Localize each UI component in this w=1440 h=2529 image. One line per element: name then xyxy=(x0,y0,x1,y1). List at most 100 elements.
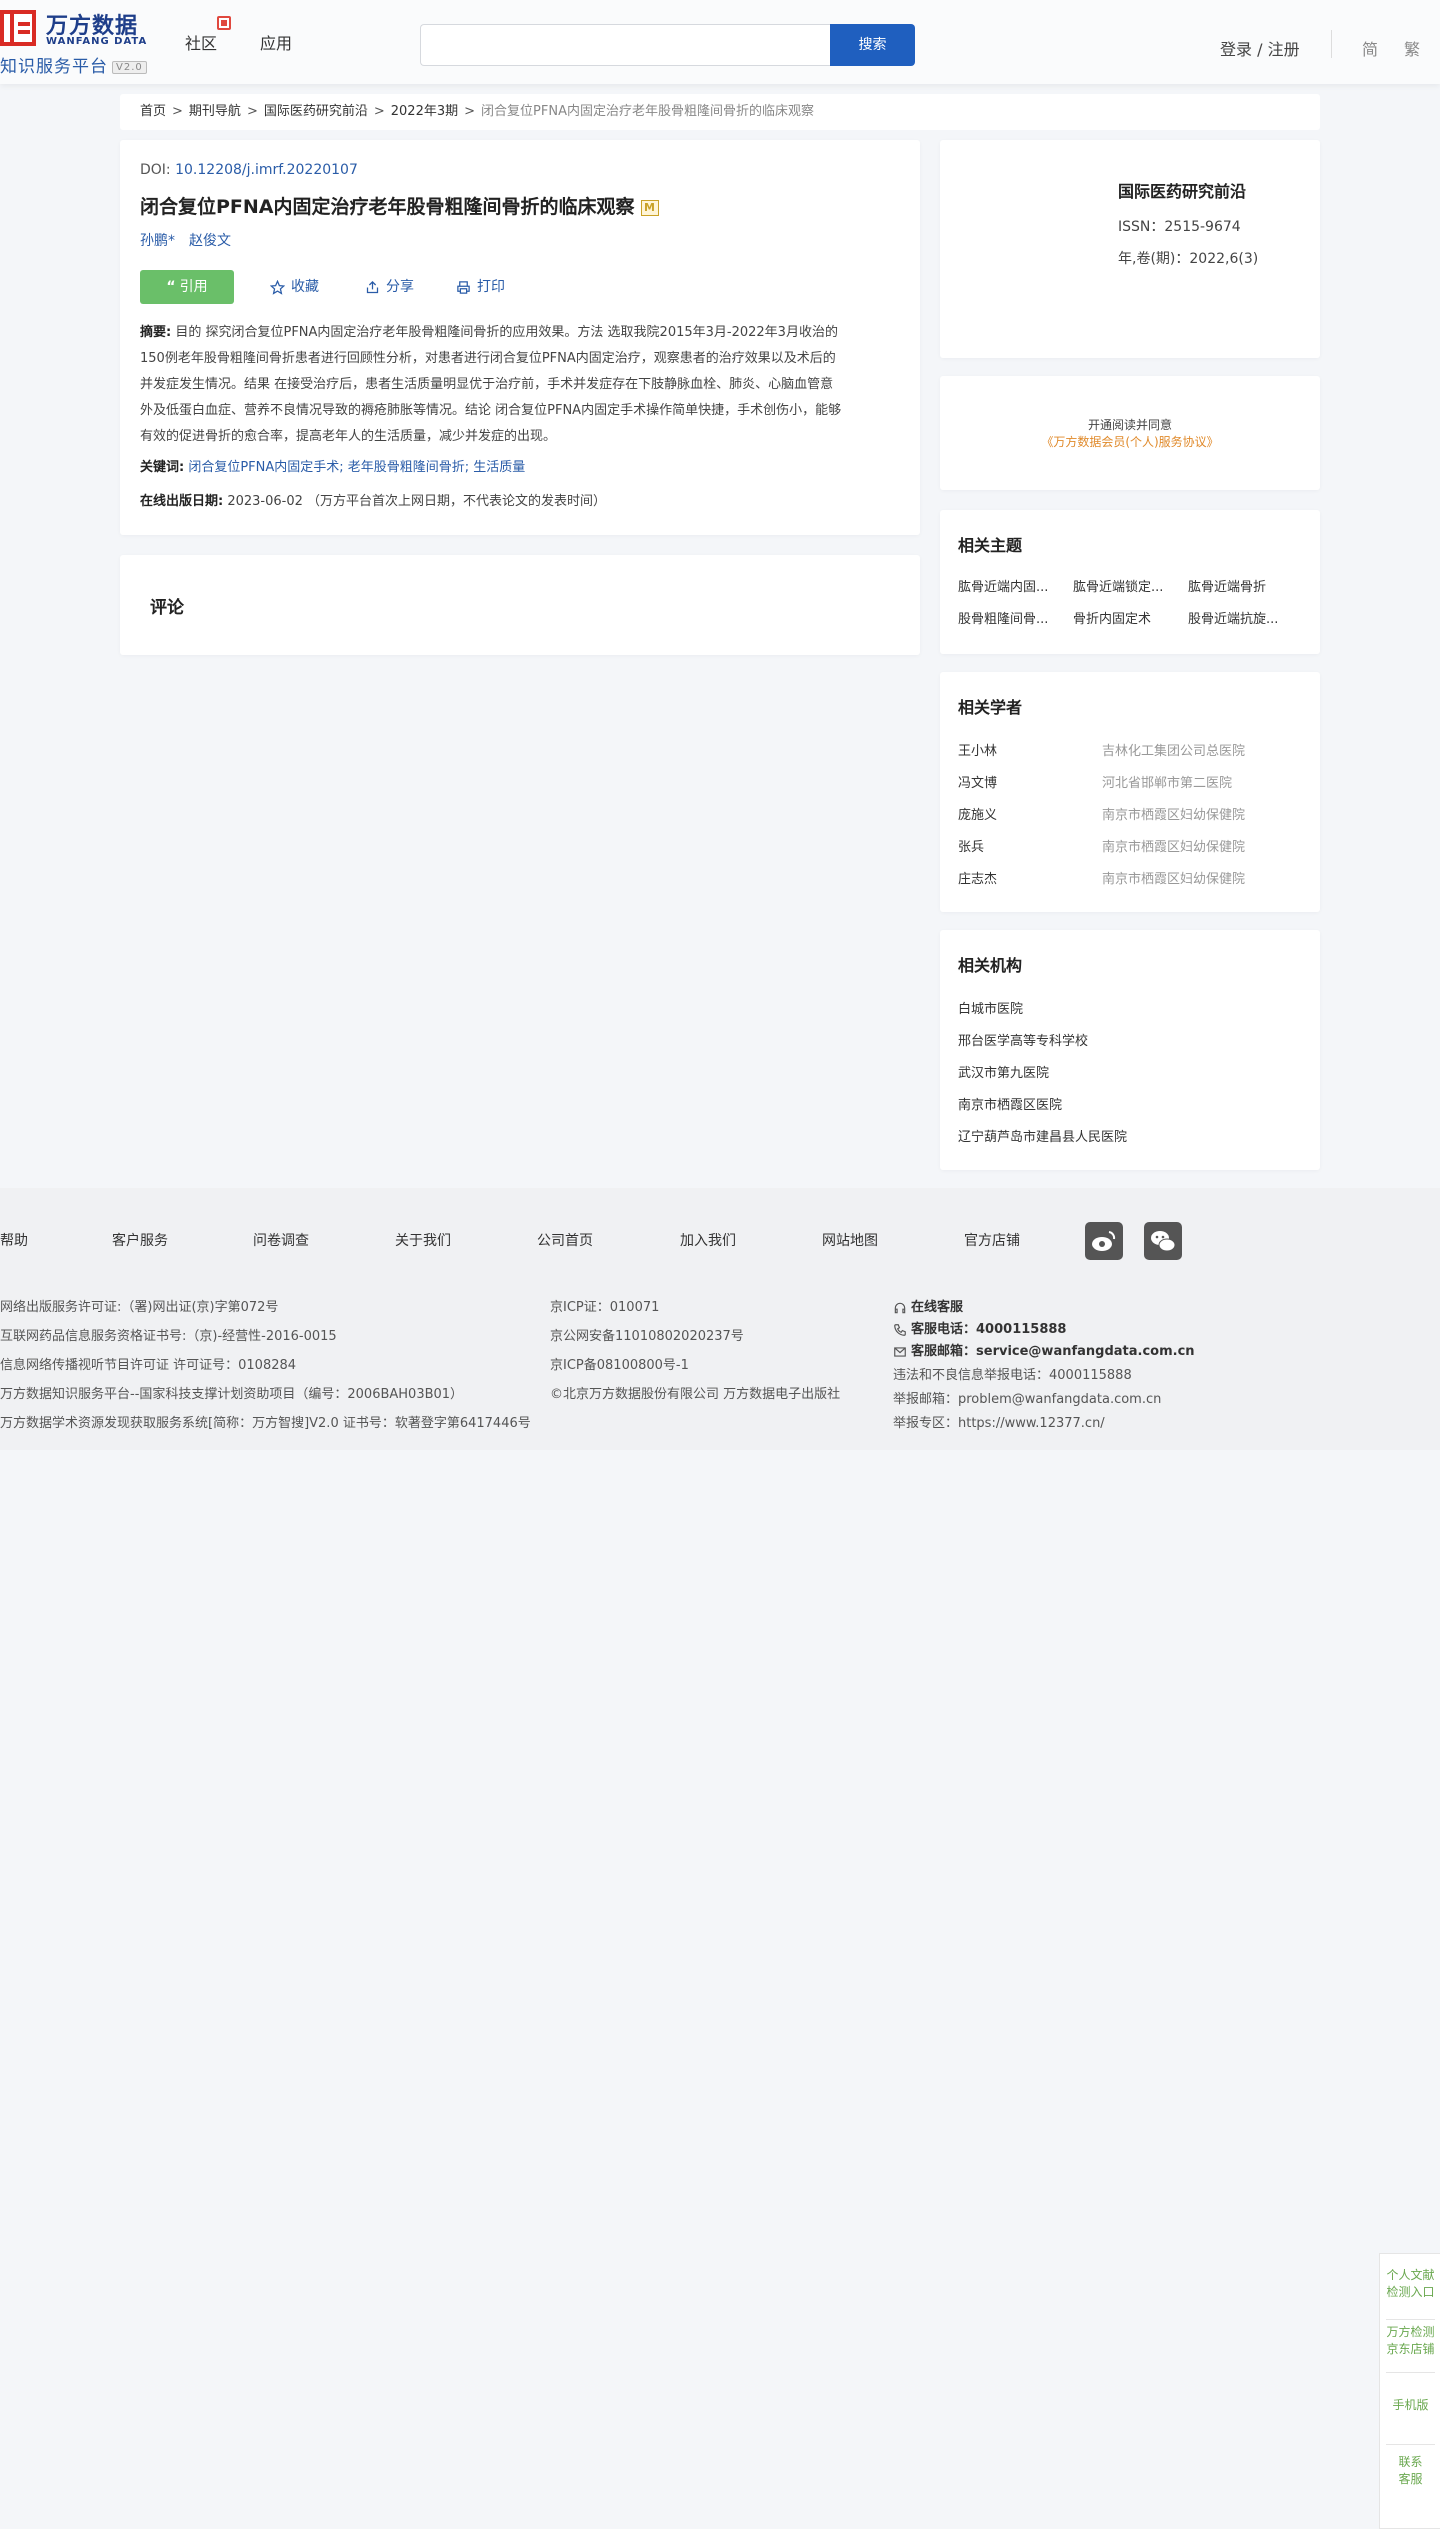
footer-link-sitemap[interactable]: 网站地图 xyxy=(822,1230,878,1250)
institution-link[interactable]: 武汉市第九医院 xyxy=(958,1062,1049,1081)
topic-link[interactable]: 肱骨近端骨折 xyxy=(1188,576,1288,595)
phone-label: 客服电话： xyxy=(911,1322,977,1337)
mail-icon xyxy=(894,1346,906,1357)
access-notice-card: 开通阅读并同意 《万方数据会员(个人)服务协议》 xyxy=(940,376,1320,490)
print-button[interactable]: 打印 xyxy=(456,270,505,304)
mobile-version-link[interactable]: 手机版 xyxy=(1380,2397,1440,2414)
float-divider xyxy=(1386,2319,1435,2320)
email-address[interactable]: service@wanfangdata.com.cn xyxy=(976,1344,1195,1359)
icp-text[interactable]: 京ICP备08100800号-1 xyxy=(550,1354,689,1373)
report-phone: 违法和不良信息举报电话：4000115888 xyxy=(893,1368,1132,1383)
report-email[interactable]: 举报邮箱：problem@wanfangdata.com.cn xyxy=(893,1388,1161,1407)
topic-link[interactable]: 肱骨近端内固... xyxy=(958,576,1058,595)
doi-line: DOI: 10.12208/j.imrf.20220107 xyxy=(140,162,358,178)
float-divider xyxy=(1386,2444,1435,2445)
footer-link-help[interactable]: 帮助 xyxy=(0,1230,28,1250)
article-title: 闭合复位PFNA内固定治疗老年股骨粗隆间骨折的临床观察 M xyxy=(140,192,659,219)
float-item-line: 京东店铺 xyxy=(1386,2342,1435,2356)
abstract: 摘要: 目的 探究闭合复位PFNA内固定治疗老年股骨粗隆间骨折的应用效果。方法 … xyxy=(140,320,900,450)
footer-link-official-store[interactable]: 官方店铺 xyxy=(964,1230,1020,1250)
footer-link-company-home[interactable]: 公司首页 xyxy=(537,1230,593,1250)
footer-link-join-us[interactable]: 加入我们 xyxy=(680,1230,736,1250)
online-service-link[interactable]: 在线客服 xyxy=(893,1296,963,1315)
search-button[interactable]: 搜索 xyxy=(830,24,915,66)
copyright-text: ©北京万方数据股份有限公司 万方数据电子出版社 xyxy=(550,1387,841,1402)
comments-card: 评论 xyxy=(120,555,920,655)
contact-service-link[interactable]: 联系 客服 xyxy=(1380,2454,1440,2488)
report-zone[interactable]: 举报专区：https://www.12377.cn/ xyxy=(893,1412,1105,1431)
publish-date-value: 2023-06-02 （万方平台首次上网日期，不代表论文的发表时间） xyxy=(227,494,607,509)
scholar-name[interactable]: 王小林 xyxy=(958,740,997,759)
notice-text: 开通阅读并同意 xyxy=(1087,418,1172,432)
scholar-name[interactable]: 庞施义 xyxy=(958,804,997,823)
author-link[interactable]: 孙鹏* xyxy=(140,233,175,249)
breadcrumb-separator: > xyxy=(246,104,258,119)
journal-name[interactable]: 国际医药研究前沿 xyxy=(1118,178,1246,202)
related-scholars-title: 相关学者 xyxy=(958,698,1023,717)
breadcrumb-issue[interactable]: 2022年3期 xyxy=(391,104,458,119)
icp-text[interactable]: 京公网安备11010802020237号 xyxy=(550,1325,744,1344)
scholar-org[interactable]: 河北省邯郸市第二医院 xyxy=(1102,772,1232,791)
nav-community[interactable]: 社区 xyxy=(185,30,217,54)
float-item-line: 万方检测 xyxy=(1386,2325,1435,2339)
wanfang-logo-icon xyxy=(0,10,36,46)
scholar-name[interactable]: 庄志杰 xyxy=(958,868,997,887)
share-button[interactable]: 分享 xyxy=(365,270,414,304)
nav-apps[interactable]: 应用 xyxy=(260,30,292,54)
jd-store-link[interactable]: 万方检测 京东店铺 xyxy=(1380,2324,1440,2358)
icp-text[interactable]: 京ICP证：010071 xyxy=(550,1296,659,1315)
footer-link-survey[interactable]: 问卷调查 xyxy=(253,1230,309,1250)
topic-link[interactable]: 肱骨近端锁定... xyxy=(1073,576,1173,595)
footer-link-customer-service[interactable]: 客户服务 xyxy=(112,1230,168,1250)
article-card: DOI: 10.12208/j.imrf.20220107 闭合复位PFNA内固… xyxy=(120,140,920,535)
cite-button[interactable]: “引用 xyxy=(140,270,234,304)
breadcrumb-home[interactable]: 首页 xyxy=(140,104,166,119)
floating-side-bar: 个人文献 检测入口 万方检测京东店铺 手机版 联系 客服 xyxy=(1379,2253,1440,2529)
share-icon xyxy=(366,280,379,293)
institution-link[interactable]: 白城市医院 xyxy=(958,998,1023,1017)
journal-volume: 年,卷(期)：2022,6(3) xyxy=(1118,251,1259,267)
footer-link-about[interactable]: 关于我们 xyxy=(395,1230,451,1250)
publish-date: 在线出版日期: 2023-06-02 （万方平台首次上网日期，不代表论文的发表时… xyxy=(140,490,606,509)
topic-link[interactable]: 股骨粗隆间骨... xyxy=(958,608,1058,627)
wanfang-logo[interactable]: 万方数据 WANFANG DATA 知识服务平台 V2.0 xyxy=(0,6,160,77)
doi-link[interactable]: 10.12208/j.imrf.20220107 xyxy=(175,162,358,178)
service-agreement-link[interactable]: 《万方数据会员(个人)服务协议》 xyxy=(940,433,1320,450)
license-text: 万方数据学术资源发现获取服务系统[简称：万方智搜]V2.0 证书号：软著登字第6… xyxy=(0,1416,531,1431)
breadcrumb-journals[interactable]: 期刊导航 xyxy=(189,104,241,119)
breadcrumb-current: 闭合复位PFNA内固定治疗老年股骨粗隆间骨折的临床观察 xyxy=(481,104,814,119)
comments-title: 评论 xyxy=(150,598,184,618)
phone-icon xyxy=(894,1323,906,1336)
institution-link[interactable]: 辽宁葫芦岛市建昌县人民医院 xyxy=(958,1126,1127,1145)
scholar-name[interactable]: 冯文博 xyxy=(958,772,997,791)
topic-link[interactable]: 股骨近端抗旋... xyxy=(1188,608,1288,627)
institution-link[interactable]: 南京市栖霞区医院 xyxy=(958,1094,1062,1113)
login-register-link[interactable]: 登录 / 注册 xyxy=(1220,36,1300,60)
phone-number: 4000115888 xyxy=(976,1322,1067,1337)
abstract-line: 并发症发生情况。结果 在接受治疗后，患者生活质量明显优于治疗前，手术并发症存在下… xyxy=(140,377,834,392)
search-input[interactable] xyxy=(420,24,830,66)
institution-link[interactable]: 邢台医学高等专科学校 xyxy=(958,1030,1088,1049)
wechat-icon[interactable] xyxy=(1144,1222,1182,1260)
scholar-org[interactable]: 南京市栖霞区妇幼保健院 xyxy=(1102,836,1245,855)
scholar-name[interactable]: 张兵 xyxy=(958,836,984,855)
personal-detection-entry[interactable]: 个人文献 检测入口 xyxy=(1380,2267,1440,2301)
topic-link[interactable]: 骨折内固定术 xyxy=(1073,608,1173,627)
related-institutions-title: 相关机构 xyxy=(958,956,1023,975)
breadcrumb-journal[interactable]: 国际医药研究前沿 xyxy=(264,104,368,119)
scholar-org[interactable]: 南京市栖霞区妇幼保健院 xyxy=(1102,804,1245,823)
customer-email: 客服邮箱：service@wanfangdata.com.cn xyxy=(893,1340,1195,1359)
top-header: 万方数据 WANFANG DATA 知识服务平台 V2.0 社区 应用 搜索 登录… xyxy=(0,0,1440,84)
favorite-button[interactable]: 收藏 xyxy=(269,270,319,304)
abstract-line: 外及低蛋白血症、营养不良情况导致的褥疮肺胀等情况。结论 闭合复位PFNA内固定手… xyxy=(140,403,842,418)
doi-label: DOI: xyxy=(140,162,176,178)
keyword-links[interactable]: 闭合复位PFNA内固定手术; 老年股骨粗隆间骨折; 生活质量 xyxy=(188,460,525,475)
article-title-text: 闭合复位PFNA内固定治疗老年股骨粗隆间骨折的临床观察 xyxy=(140,196,635,218)
share-label: 分享 xyxy=(386,279,414,295)
lang-traditional[interactable]: 繁 xyxy=(1404,36,1420,60)
author-link[interactable]: 赵俊文 xyxy=(189,233,231,249)
scholar-org[interactable]: 吉林化工集团公司总医院 xyxy=(1102,740,1245,759)
scholar-org[interactable]: 南京市栖霞区妇幼保健院 xyxy=(1102,868,1245,887)
lang-simplified[interactable]: 简 xyxy=(1362,36,1378,60)
weibo-icon[interactable] xyxy=(1085,1222,1123,1260)
